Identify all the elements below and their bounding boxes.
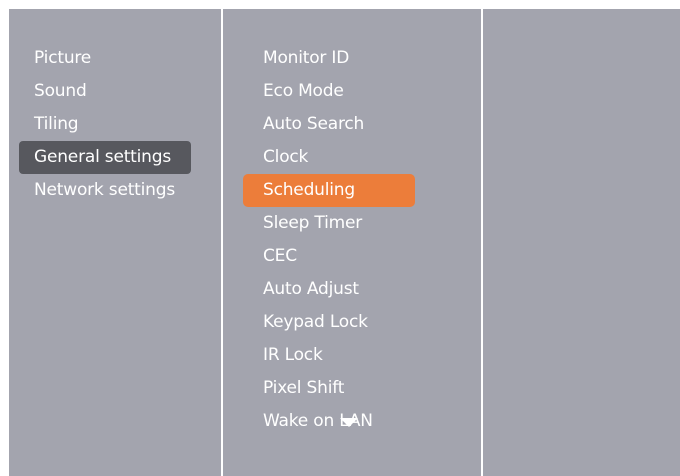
submenu-item-auto-search[interactable]: Auto Search [243,108,415,141]
general-settings-submenu: Monitor ID Eco Mode Auto Search Clock Sc… [243,42,415,438]
column-divider-right [481,9,483,476]
submenu-item-keypad-lock[interactable]: Keypad Lock [243,306,415,339]
submenu-item-clock[interactable]: Clock [243,141,415,174]
category-menu: Picture Sound Tiling General settings Ne… [19,42,191,207]
submenu-item-wake-on-lan[interactable]: Wake on LAN [243,405,415,438]
menu-item-tiling[interactable]: Tiling [19,108,191,141]
submenu-item-cec[interactable]: CEC [243,240,415,273]
menu-item-general-settings[interactable]: General settings [19,141,191,174]
submenu-item-ir-lock[interactable]: IR Lock [243,339,415,372]
submenu-item-eco-mode[interactable]: Eco Mode [243,75,415,108]
submenu-item-pixel-shift[interactable]: Pixel Shift [243,372,415,405]
submenu-item-scheduling[interactable]: Scheduling [243,174,415,207]
menu-item-network-settings[interactable]: Network settings [19,174,191,207]
menu-item-picture[interactable]: Picture [19,42,191,75]
submenu-item-auto-adjust[interactable]: Auto Adjust [243,273,415,306]
submenu-item-sleep-timer[interactable]: Sleep Timer [243,207,415,240]
column-divider-left [221,9,223,476]
chevron-down-icon[interactable] [340,418,358,427]
menu-item-sound[interactable]: Sound [19,75,191,108]
osd-menu-panel: Picture Sound Tiling General settings Ne… [9,9,680,476]
submenu-item-monitor-id[interactable]: Monitor ID [243,42,415,75]
